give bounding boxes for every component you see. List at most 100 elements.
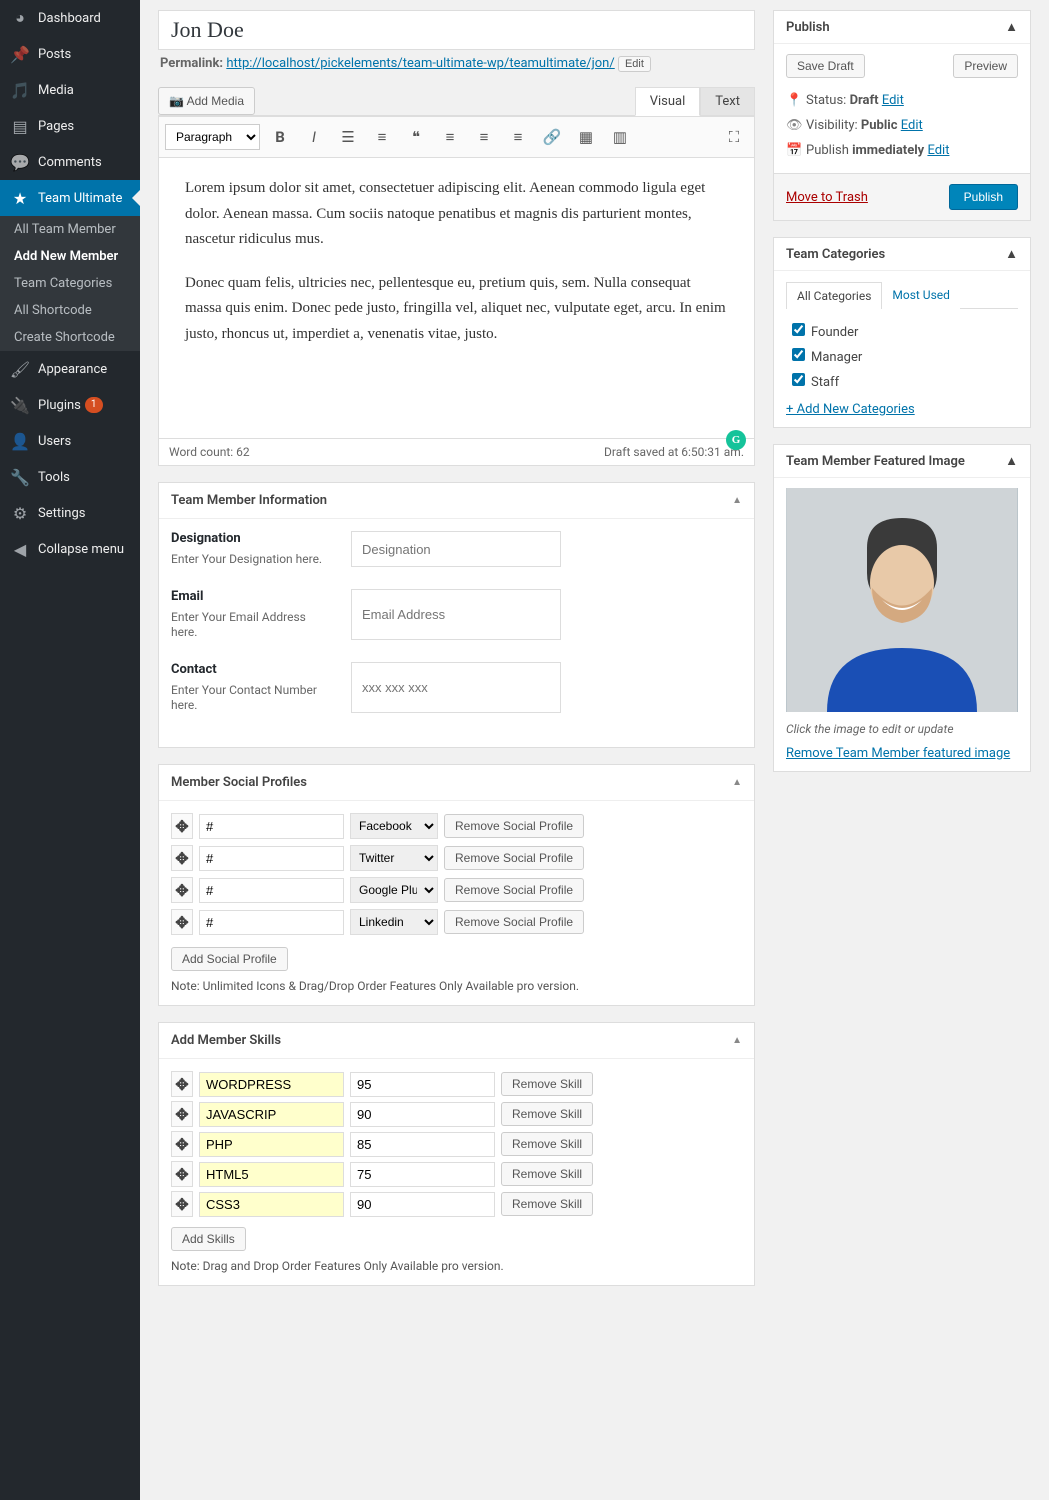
tab-text[interactable]: Text	[700, 87, 755, 116]
move-to-trash-link[interactable]: Move to Trash	[786, 190, 868, 205]
drag-handle[interactable]: ✥	[171, 1131, 193, 1157]
member-info-header[interactable]: Team Member Information▲	[159, 483, 754, 519]
drag-handle[interactable]: ✥	[171, 1071, 193, 1097]
social-network-select[interactable]: Twitter	[350, 845, 438, 871]
skills-header[interactable]: Add Member Skills▲	[159, 1023, 754, 1059]
sidebar-item-plugins[interactable]: 🔌Plugins1	[0, 387, 140, 423]
add-social-button[interactable]: Add Social Profile	[171, 947, 288, 971]
sidebar-item-media[interactable]: 🎵Media	[0, 72, 140, 108]
sidebar-item-appearance[interactable]: 🖌Appearance	[0, 351, 140, 387]
drag-handle[interactable]: ✥	[171, 813, 193, 839]
align-left-button[interactable]: ≡	[436, 123, 464, 151]
social-network-select[interactable]: Linkedin	[350, 909, 438, 935]
remove-skill-button[interactable]: Remove Skill	[501, 1072, 593, 1096]
social-url-input[interactable]	[199, 814, 344, 839]
align-right-button[interactable]: ≡	[504, 123, 532, 151]
skill-value-input[interactable]	[350, 1072, 495, 1097]
bold-button[interactable]: B	[266, 123, 294, 151]
format-select[interactable]: Paragraph	[165, 124, 260, 150]
skill-name-input[interactable]	[199, 1132, 344, 1157]
sub-team-categories[interactable]: Team Categories	[0, 270, 140, 297]
grammarly-icon[interactable]: G	[726, 430, 746, 450]
link-button[interactable]: 🔗	[538, 123, 566, 151]
sidebar-item-team-ultimate[interactable]: ★Team Ultimate	[0, 180, 140, 216]
sidebar-collapse[interactable]: ◀Collapse menu	[0, 531, 140, 567]
featured-image[interactable]	[786, 488, 1018, 712]
more-button[interactable]: ▦	[572, 123, 600, 151]
olist-button[interactable]: ≡	[368, 123, 396, 151]
edit-schedule-link[interactable]: Edit	[927, 143, 949, 158]
sidebar-item-dashboard[interactable]: ◕Dashboard	[0, 0, 140, 36]
tab-most-used[interactable]: Most Used	[882, 282, 960, 309]
sidebar-item-comments[interactable]: 💬Comments	[0, 144, 140, 180]
sidebar-item-posts[interactable]: 📌Posts	[0, 36, 140, 72]
skill-value-input[interactable]	[350, 1192, 495, 1217]
permalink-edit-button[interactable]: Edit	[618, 56, 651, 72]
remove-skill-button[interactable]: Remove Skill	[501, 1102, 593, 1126]
tab-visual[interactable]: Visual	[635, 87, 701, 116]
edit-status-link[interactable]: Edit	[882, 93, 904, 108]
add-new-categories-link[interactable]: + Add New Categories	[786, 402, 915, 417]
add-media-button[interactable]: 📷 Add Media	[158, 87, 255, 115]
drag-handle[interactable]: ✥	[171, 1161, 193, 1187]
category-checkbox[interactable]	[792, 323, 805, 336]
categories-header[interactable]: Team Categories▲	[774, 238, 1030, 271]
quote-button[interactable]: ❝	[402, 123, 430, 151]
tab-all-categories[interactable]: All Categories	[786, 282, 882, 309]
category-checkbox[interactable]	[792, 373, 805, 386]
add-skill-button[interactable]: Add Skills	[171, 1227, 246, 1251]
sidebar-item-users[interactable]: 👤Users	[0, 423, 140, 459]
remove-social-button[interactable]: Remove Social Profile	[444, 878, 584, 902]
contact-input[interactable]	[351, 662, 561, 713]
preview-button[interactable]: Preview	[953, 54, 1018, 78]
skill-value-input[interactable]	[350, 1132, 495, 1157]
drag-handle[interactable]: ✥	[171, 1191, 193, 1217]
remove-featured-image-link[interactable]: Remove Team Member featured image	[786, 746, 1010, 761]
publish-header[interactable]: Publish▲	[774, 11, 1030, 44]
sidebar-item-tools[interactable]: 🔧Tools	[0, 459, 140, 495]
social-url-input[interactable]	[199, 910, 344, 935]
skill-name-input[interactable]	[199, 1162, 344, 1187]
edit-visibility-link[interactable]: Edit	[901, 118, 923, 133]
social-network-select[interactable]: Google Plus	[350, 877, 438, 903]
drag-handle[interactable]: ✥	[171, 1101, 193, 1127]
save-draft-button[interactable]: Save Draft	[786, 54, 865, 78]
drag-handle[interactable]: ✥	[171, 845, 193, 871]
sub-add-new-member[interactable]: Add New Member	[0, 243, 140, 270]
social-url-input[interactable]	[199, 846, 344, 871]
designation-input[interactable]	[351, 531, 561, 567]
skill-value-input[interactable]	[350, 1102, 495, 1127]
post-title-input[interactable]	[158, 10, 755, 50]
remove-skill-button[interactable]: Remove Skill	[501, 1132, 593, 1156]
skill-value-input[interactable]	[350, 1162, 495, 1187]
drag-handle[interactable]: ✥	[171, 909, 193, 935]
sidebar-item-pages[interactable]: ▤Pages	[0, 108, 140, 144]
remove-social-button[interactable]: Remove Social Profile	[444, 814, 584, 838]
skill-name-input[interactable]	[199, 1102, 344, 1127]
remove-social-button[interactable]: Remove Social Profile	[444, 910, 584, 934]
remove-social-button[interactable]: Remove Social Profile	[444, 846, 584, 870]
featured-image-header[interactable]: Team Member Featured Image▲	[774, 445, 1030, 478]
sidebar-item-settings[interactable]: ⚙Settings	[0, 495, 140, 531]
italic-button[interactable]: I	[300, 123, 328, 151]
sub-create-shortcode[interactable]: Create Shortcode	[0, 324, 140, 351]
social-network-select[interactable]: Facebook	[350, 813, 438, 839]
email-input[interactable]	[351, 589, 561, 640]
social-url-input[interactable]	[199, 878, 344, 903]
remove-skill-button[interactable]: Remove Skill	[501, 1162, 593, 1186]
remove-skill-button[interactable]: Remove Skill	[501, 1192, 593, 1216]
publish-button[interactable]: Publish	[949, 184, 1018, 210]
kitchen-sink-button[interactable]: ▥	[606, 123, 634, 151]
permalink-url[interactable]: http://localhost/pickelements/team-ultim…	[226, 56, 614, 71]
fullscreen-button[interactable]: ⛶	[720, 123, 748, 151]
skill-name-input[interactable]	[199, 1192, 344, 1217]
ulist-button[interactable]: ☰	[334, 123, 362, 151]
skill-name-input[interactable]	[199, 1072, 344, 1097]
sub-all-shortcode[interactable]: All Shortcode	[0, 297, 140, 324]
sub-all-team-member[interactable]: All Team Member	[0, 216, 140, 243]
align-center-button[interactable]: ≡	[470, 123, 498, 151]
social-header[interactable]: Member Social Profiles▲	[159, 765, 754, 801]
editor-body[interactable]: Lorem ipsum dolor sit amet, consectetuer…	[159, 158, 754, 438]
drag-handle[interactable]: ✥	[171, 877, 193, 903]
category-checkbox[interactable]	[792, 348, 805, 361]
